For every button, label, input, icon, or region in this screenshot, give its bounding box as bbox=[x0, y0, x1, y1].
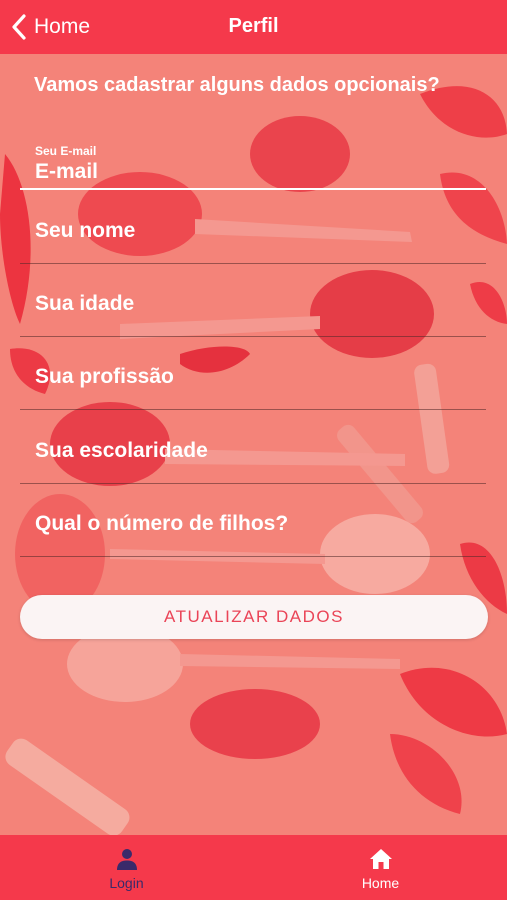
children-field-group bbox=[20, 510, 486, 558]
email-field[interactable] bbox=[35, 160, 475, 184]
name-underline bbox=[20, 263, 486, 264]
age-field-group bbox=[20, 290, 486, 338]
age-underline bbox=[20, 336, 486, 337]
user-icon bbox=[116, 849, 137, 870]
profile-form: Vamos cadastrar alguns dados opcionais? … bbox=[0, 54, 507, 835]
email-underline bbox=[20, 188, 486, 190]
profession-underline bbox=[20, 409, 486, 410]
email-field-group: Seu E-mail bbox=[20, 144, 486, 192]
name-field-group bbox=[20, 217, 486, 265]
form-intro: Vamos cadastrar alguns dados opcionais? bbox=[34, 74, 440, 96]
tab-home[interactable]: Home bbox=[254, 835, 507, 900]
children-underline bbox=[20, 556, 486, 557]
education-field[interactable] bbox=[35, 439, 475, 463]
page-title: Perfil bbox=[228, 15, 279, 37]
tab-home-label: Home bbox=[361, 875, 400, 891]
profession-field[interactable] bbox=[35, 365, 475, 389]
tab-login[interactable]: Login bbox=[0, 835, 253, 900]
tab-login-label: Login bbox=[109, 875, 144, 891]
email-label: Seu E-mail bbox=[35, 144, 97, 158]
education-underline bbox=[20, 483, 486, 484]
tab-bar: Login Home bbox=[0, 835, 507, 900]
name-field[interactable] bbox=[35, 219, 475, 243]
profession-field-group bbox=[20, 363, 486, 411]
header: Home Perfil bbox=[0, 0, 507, 54]
age-field[interactable] bbox=[35, 292, 475, 316]
children-field[interactable] bbox=[35, 512, 475, 536]
update-data-button[interactable]: ATUALIZAR DADOS bbox=[20, 595, 488, 639]
education-field-group bbox=[20, 437, 486, 485]
home-icon bbox=[369, 849, 392, 869]
